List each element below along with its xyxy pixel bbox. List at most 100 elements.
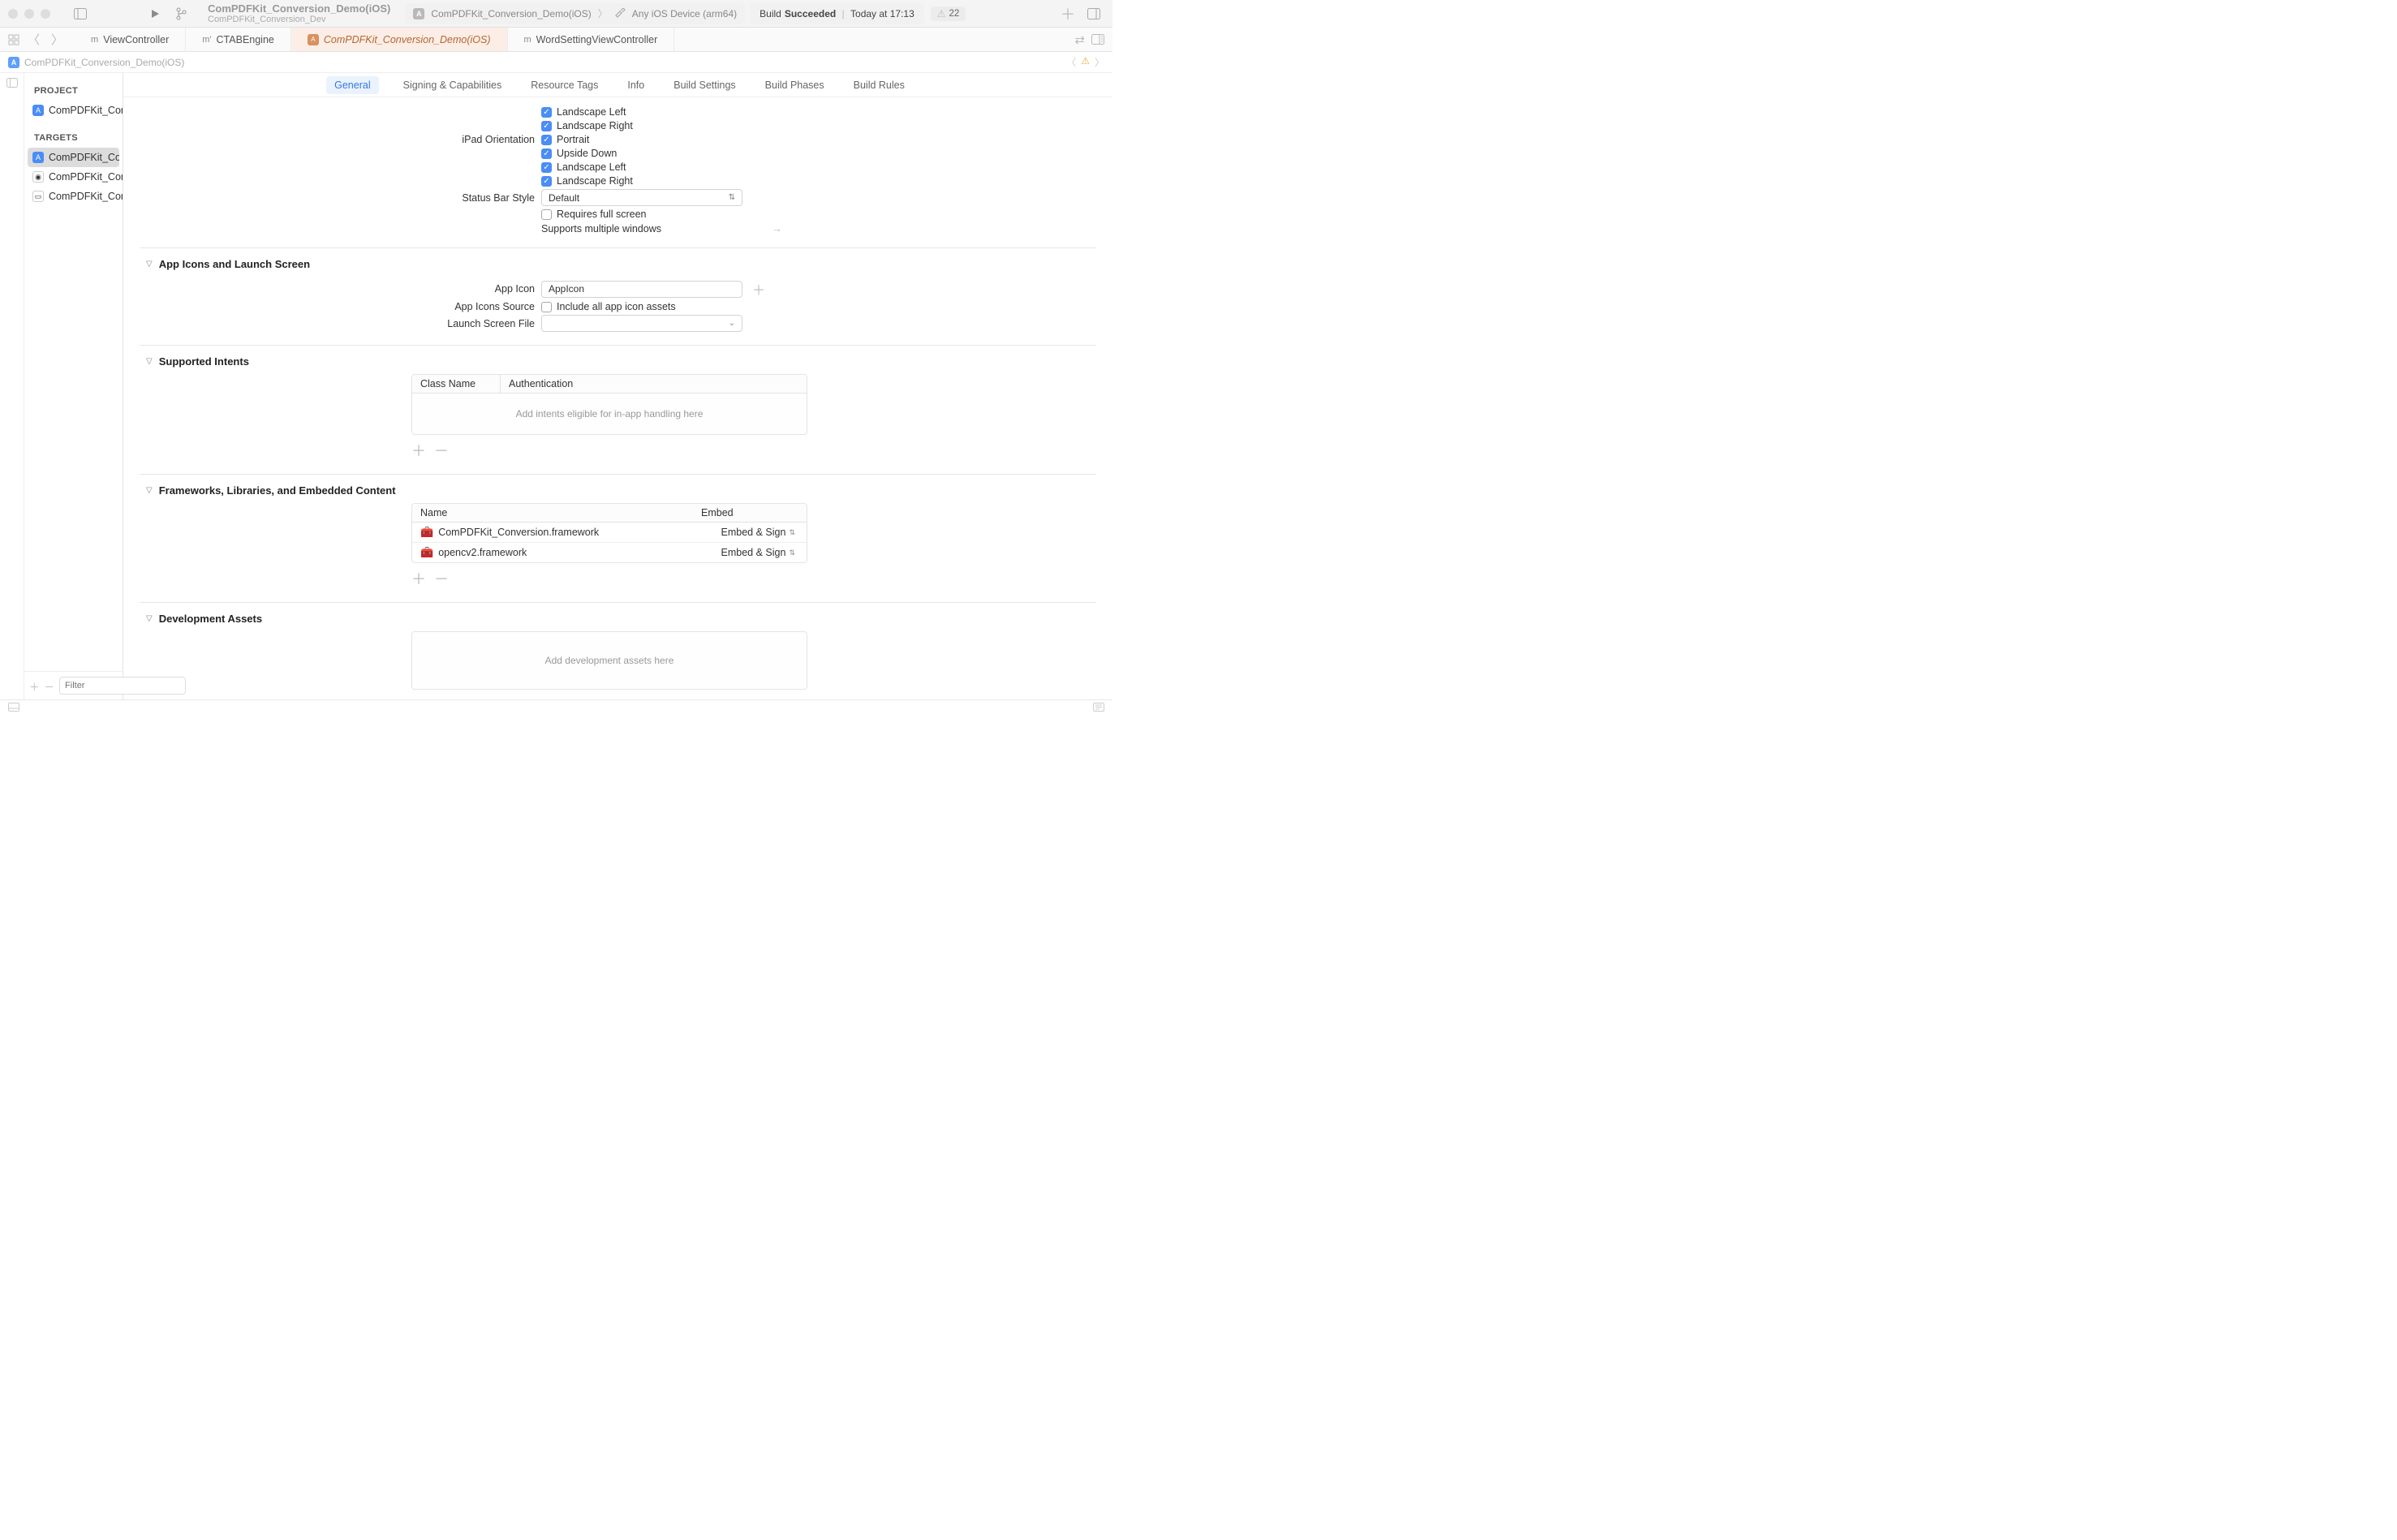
disclosure-icon[interactable]: ▽ [146,260,153,269]
remove-devasset-button[interactable]: － [434,695,449,699]
section-targets-label: TARGETS [24,120,123,148]
nav-back-icon[interactable]: 〈 [24,31,43,48]
chevron-right-icon: 〉 [598,6,608,20]
app-icon-field[interactable] [541,281,742,298]
chevron-left-icon[interactable]: 〈 [1066,55,1076,69]
toggle-inspector-icon[interactable] [1083,3,1104,24]
launch-screen-select[interactable]: ⌄ [541,315,742,332]
scheme-branch-icon[interactable] [170,3,192,24]
related-items-icon[interactable] [8,34,19,45]
intents-empty-placeholder: Add intents eligible for in-app handling… [412,394,807,434]
framework-row[interactable]: 🧰ComPDFKit_Conversion.framework Embed & … [412,523,807,543]
tab-project-settings[interactable]: A ComPDFKit_Conversion_Demo(iOS) [291,28,508,51]
warning-indicator-icon[interactable]: ⚠︎ [1081,55,1090,69]
status-bar-style-select[interactable]: Default⇅ [541,189,742,206]
build-activity[interactable]: Build Succeeded | Today at 17:13 [750,3,924,24]
close-window[interactable] [8,9,18,19]
tab-bar: 〈 〉 m ViewController m' CTABEngine A Com… [0,28,1112,52]
add-intent-button[interactable]: ＋ [411,440,426,461]
checkbox-upside-down[interactable]: ✓ [541,148,552,159]
column-header-name[interactable]: Name [412,504,693,522]
add-target-icon[interactable]: ＋ [29,678,40,694]
disclosure-icon[interactable]: ▽ [146,486,153,495]
disclosure-icon[interactable]: ▽ [146,357,153,366]
checkbox-landscape-left[interactable]: ✓ [541,107,552,118]
jump-device: Any iOS Device (arm64) [632,8,737,19]
project-icon: A [8,57,19,68]
tab-viewcontroller[interactable]: m ViewController [75,28,186,51]
devassets-table: Add development assets here [411,631,807,690]
nav-forward-icon[interactable]: 〉 [48,31,67,48]
tab-general[interactable]: General [326,76,378,94]
project-sidebar: PROJECT A ComPDFKit_Conver... TARGETS A … [24,73,123,699]
scheme-selector[interactable]: ComPDFKit_Conversion_Demo(iOS) ComPDFKit… [201,1,397,26]
debug-area-icon[interactable] [8,703,19,712]
embed-value[interactable]: Embed & Sign [721,527,786,538]
table-header: Name Embed [412,504,807,523]
column-header-embed[interactable]: Embed [693,504,807,522]
tab-label: ViewController [103,34,169,45]
section-title: Development Assets [159,613,262,625]
tab-build-phases[interactable]: Build Phases [760,76,829,94]
sidebar-collapse-icon[interactable] [6,78,18,88]
tab-ctabengine[interactable]: m' CTABEngine [186,28,291,51]
target-item-2[interactable]: ◉ ComPDFKit_Conver... [24,167,123,187]
chevron-right-icon[interactable]: 〉 [1095,55,1104,69]
checkbox-include-all-assets[interactable] [541,302,552,312]
line-endings-icon[interactable] [1093,703,1104,712]
label-app-icons-source: App Icons Source [140,301,541,312]
tab-info[interactable]: Info [622,76,649,94]
checkbox-label: Landscape Right [557,120,633,131]
goto-arrow-icon[interactable]: → [772,222,782,234]
project-item[interactable]: A ComPDFKit_Conver... [24,101,123,120]
scheme-title: ComPDFKit_Conversion_Demo(iOS) [208,2,390,15]
build-status: Succeeded [785,8,836,19]
remove-framework-button[interactable]: － [434,568,449,589]
zoom-window[interactable] [41,9,50,19]
embed-value[interactable]: Embed & Sign [721,547,786,558]
add-framework-button[interactable]: ＋ [411,568,426,589]
checkbox-landscape-right[interactable]: ✓ [541,121,552,131]
minimize-window[interactable] [24,9,34,19]
add-tab-icon[interactable]: ＋ [1057,3,1078,24]
tab-build-rules[interactable]: Build Rules [849,76,910,94]
left-gutter [0,73,24,699]
project-icon: A [32,105,44,116]
target-item-1[interactable]: A ComPDFKit_Conver... [28,148,119,167]
chevron-updown-icon: ⇅ [729,193,735,202]
sync-editor-icon[interactable]: ⇄ [1074,32,1085,47]
framework-row[interactable]: 🧰opencv2.framework Embed & Sign⇅ [412,543,807,562]
app-icon: A [413,8,424,19]
tab-wordsetting[interactable]: m WordSettingViewController [508,28,675,51]
add-devasset-button[interactable]: ＋ [411,695,426,699]
activity-status[interactable]: A ComPDFKit_Conversion_Demo(iOS) 〉 Any i… [405,3,745,24]
jump-bar[interactable]: A ComPDFKit_Conversion_Demo(iOS) 〈 ⚠︎ 〉 [0,52,1112,73]
disclosure-icon[interactable]: ▽ [146,614,153,623]
tab-build-settings[interactable]: Build Settings [669,76,740,94]
checkbox-landscape-left-ipad[interactable]: ✓ [541,162,552,173]
column-header-auth[interactable]: Authentication [500,375,807,393]
settings-tabs: General Signing & Capabilities Resource … [123,73,1112,97]
tab-signing[interactable]: Signing & Capabilities [398,76,507,94]
tab-resource-tags[interactable]: Resource Tags [526,76,603,94]
run-button[interactable] [144,3,166,24]
issues-badge[interactable]: ⚠︎ 22 [931,6,966,21]
checkbox-landscape-right-ipad[interactable]: ✓ [541,176,552,187]
project-item-label: ComPDFKit_Conver... [49,105,123,116]
toolbar: ComPDFKit_Conversion_Demo(iOS) ComPDFKit… [0,0,1112,28]
editor-layout-icon[interactable] [1091,34,1104,45]
remove-intent-button[interactable]: － [434,440,449,461]
chevron-down-icon: ⌄ [729,319,735,328]
checkbox-requires-full-screen[interactable] [541,209,552,220]
toggle-navigator-icon[interactable] [70,3,91,24]
bottom-status-bar [0,699,1112,714]
remove-target-icon[interactable]: － [45,678,55,694]
checkbox-label: Requires full screen [557,209,646,220]
column-header-class[interactable]: Class Name [412,375,500,393]
framework-icon: 🧰 [420,526,433,539]
label-ipad-orientation: iPad Orientation [140,134,541,145]
framework-name: opencv2.framework [438,547,527,558]
target-item-3[interactable]: ▭ ComPDFKit_Conver... [24,187,123,206]
checkbox-portrait[interactable]: ✓ [541,135,552,145]
add-app-icon-button[interactable]: ＋ [752,279,765,299]
